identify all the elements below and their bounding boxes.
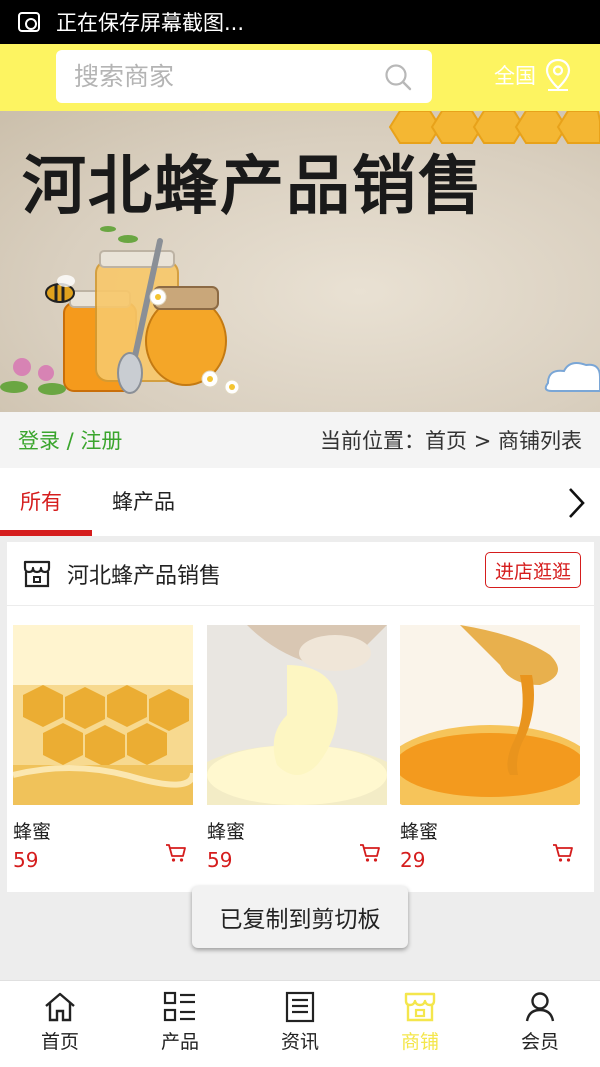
bottom-nav: 首页 产品 资讯 商铺 会员 bbox=[0, 980, 600, 1067]
shop-card-header: 河北蜂产品销售 进店逛逛 bbox=[7, 542, 594, 606]
nav-label: 首页 bbox=[40, 1031, 79, 1053]
nav-item-news[interactable]: 资讯 bbox=[240, 981, 360, 1067]
product-card[interactable]: 蜂蜜 59 bbox=[187, 625, 407, 872]
news-icon bbox=[285, 991, 315, 1023]
search-input[interactable] bbox=[74, 62, 364, 91]
home-icon bbox=[45, 992, 75, 1022]
shop-icon bbox=[404, 992, 436, 1022]
visit-shop-button[interactable]: 进店逛逛 bbox=[485, 552, 581, 588]
app-screen: 正在保存屏幕截图... 全国 bbox=[0, 0, 600, 1067]
region-label: 全国 bbox=[494, 64, 536, 88]
product-name: 蜂蜜 bbox=[13, 821, 52, 843]
location-pin-icon bbox=[545, 58, 571, 91]
product-name: 蜂蜜 bbox=[207, 821, 246, 843]
product-image-honeycomb[interactable] bbox=[12, 625, 196, 805]
product-card[interactable]: 蜂蜜 59 bbox=[12, 625, 196, 872]
header: 全国 bbox=[0, 44, 600, 111]
nav-label: 会员 bbox=[520, 1031, 559, 1053]
nav-item-shops[interactable]: 商铺 bbox=[360, 981, 480, 1067]
chevron-right-icon[interactable] bbox=[566, 486, 586, 520]
search-box[interactable] bbox=[56, 50, 432, 103]
status-text: 正在保存屏幕截图... bbox=[56, 11, 245, 35]
region-selector[interactable]: 全国 bbox=[494, 58, 572, 92]
breadcrumb: 当前位置：首页 > 商铺列表 bbox=[320, 429, 582, 453]
nav-label: 产品 bbox=[160, 1031, 199, 1053]
product-card[interactable]: 蜂蜜 29 bbox=[380, 625, 600, 872]
banner[interactable]: 河北蜂产品销售 bbox=[0, 111, 600, 412]
cart-icon[interactable] bbox=[359, 843, 381, 863]
category-tabs: 所有 蜂产品 bbox=[0, 468, 600, 536]
login-register-link[interactable]: 登录 / 注册 bbox=[18, 425, 122, 455]
shop-name[interactable]: 河北蜂产品销售 bbox=[67, 558, 221, 590]
grid-list-icon bbox=[163, 991, 195, 1022]
store-icon bbox=[23, 560, 51, 587]
cart-icon[interactable] bbox=[165, 843, 187, 863]
nav-item-products[interactable]: 产品 bbox=[120, 981, 240, 1067]
search-icon[interactable] bbox=[384, 63, 412, 91]
screenshot-icon bbox=[18, 12, 40, 32]
status-bar: 正在保存屏幕截图... bbox=[0, 0, 600, 44]
user-icon bbox=[525, 992, 555, 1022]
cart-icon[interactable] bbox=[552, 843, 574, 863]
shop-card: 河北蜂产品销售 进店逛逛 蜂蜜 59 蜂蜜 59 蜂蜜 29 bbox=[7, 542, 600, 892]
tab-all[interactable]: 所有 bbox=[20, 486, 62, 516]
product-name: 蜂蜜 bbox=[400, 821, 439, 843]
product-image-royal-jelly[interactable] bbox=[187, 625, 407, 825]
banner-title: 河北蜂产品销售 bbox=[22, 149, 484, 224]
toast-message: 已复制到剪切板 bbox=[192, 886, 408, 948]
product-image-honey-spoon[interactable] bbox=[380, 625, 600, 825]
tab-bee-products[interactable]: 蜂产品 bbox=[112, 486, 175, 516]
active-tab-indicator bbox=[0, 530, 92, 536]
nav-label: 资讯 bbox=[280, 1031, 319, 1053]
location-bar: 登录 / 注册 当前位置：首页 > 商铺列表 bbox=[0, 412, 600, 468]
nav-item-member[interactable]: 会员 bbox=[480, 981, 600, 1067]
nav-item-home[interactable]: 首页 bbox=[0, 981, 120, 1067]
nav-label: 商铺 bbox=[400, 1031, 439, 1053]
